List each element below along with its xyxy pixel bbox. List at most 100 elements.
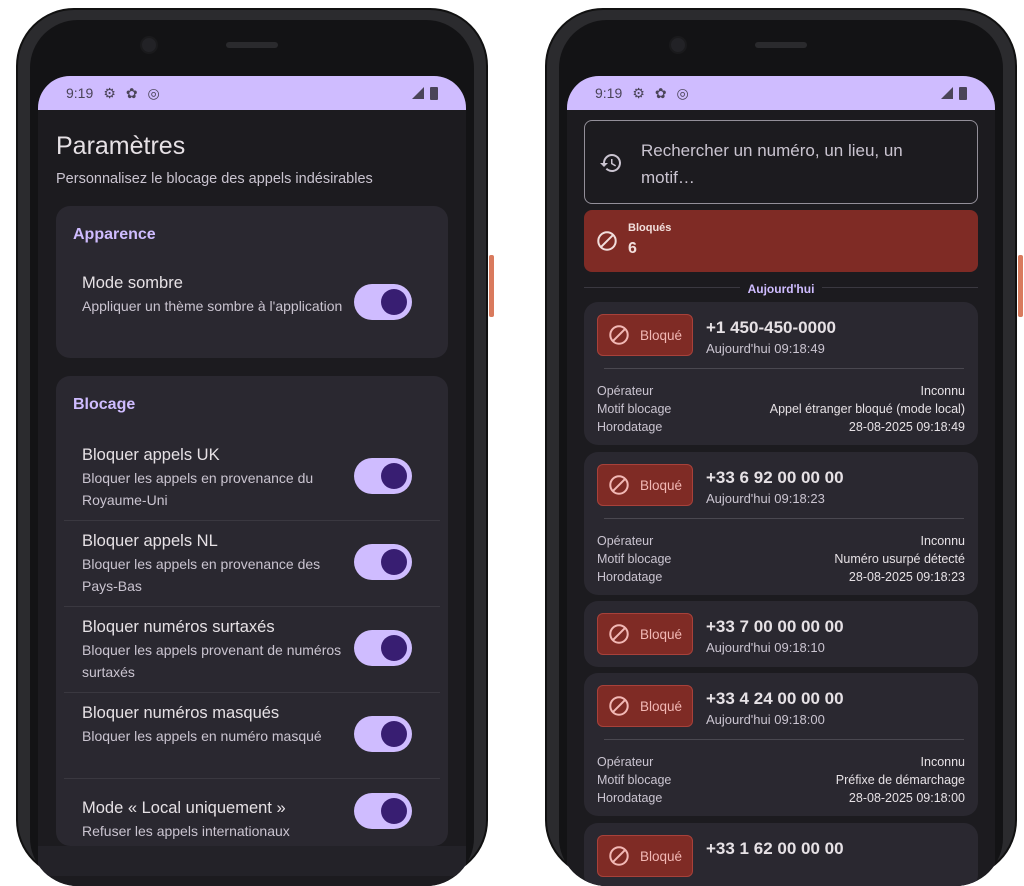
call-number: +33 7 00 00 00 00 bbox=[706, 617, 844, 636]
phone-frame: 9:19 ⚙ ✿ ◎ Paramètres Personnalisez le b… bbox=[30, 20, 474, 886]
vpn-icon: ◎ bbox=[147, 84, 160, 101]
call-separator bbox=[604, 368, 964, 369]
phone-frame: 9:19 ⚙ ✿ ◎ Rechercher un numéro, un lieu… bbox=[559, 20, 1003, 886]
settings-gear-icon: ⚙ bbox=[632, 84, 645, 101]
setting-description: Bloquer les appels provenant de numéros … bbox=[82, 642, 342, 680]
block-nl-toggle[interactable] bbox=[354, 544, 412, 580]
dark-mode-toggle[interactable] bbox=[354, 284, 412, 320]
detail-label: Horodatage bbox=[597, 570, 663, 584]
detail-label: Motif blocage bbox=[597, 552, 672, 566]
search-input[interactable]: Rechercher un numéro, un lieu, un motif… bbox=[584, 120, 978, 204]
settings-gear-icon: ⚙ bbox=[103, 84, 116, 101]
setting-description: Bloquer les appels en provenance du Roya… bbox=[82, 470, 314, 508]
detail-value: Inconnu bbox=[920, 534, 965, 548]
setting-description: Bloquer les appels en provenance des Pay… bbox=[82, 556, 321, 594]
call-time: Aujourd'hui 09:18:10 bbox=[706, 640, 825, 655]
battery-icon bbox=[959, 86, 967, 100]
call-time: Aujourd'hui 09:18:49 bbox=[706, 341, 825, 356]
setting-row-block-hidden[interactable]: Bloquer numéros masqués Bloquer les appe… bbox=[56, 704, 448, 752]
chip-label: Bloqué bbox=[640, 328, 683, 343]
call-details: Opérateur Inconnu Motif blocage Numéro usu… bbox=[597, 532, 965, 586]
call-number: +33 4 24 00 00 00 bbox=[706, 689, 844, 708]
blocked-summary-banner[interactable]: Bloqués 6 bbox=[584, 210, 978, 272]
status-time: 9:19 bbox=[66, 85, 94, 101]
setting-row-block-nl[interactable]: Bloquer appels NL Bloquer les appels en … bbox=[56, 532, 448, 597]
page-title: Paramètres bbox=[56, 132, 186, 160]
setting-description: Appliquer un thème sombre à l'applicatio… bbox=[82, 298, 343, 314]
setting-description: Bloquer les appels en numéro masqué bbox=[82, 728, 322, 744]
detail-label: Horodatage bbox=[597, 420, 663, 434]
setting-row-block-premium[interactable]: Bloquer numéros surtaxés Bloquer les app… bbox=[56, 618, 448, 683]
battery-icon bbox=[430, 86, 438, 100]
call-entry[interactable]: Bloqué +33 7 00 00 00 00 Aujourd'hui 09:… bbox=[584, 601, 978, 667]
row-divider bbox=[64, 778, 440, 779]
signal-icon bbox=[941, 87, 953, 99]
block-premium-toggle[interactable] bbox=[354, 630, 412, 666]
local-only-toggle[interactable] bbox=[354, 793, 412, 829]
call-number: +33 1 62 00 00 00 bbox=[706, 839, 844, 858]
signal-icon bbox=[412, 87, 424, 99]
section-card-appearance: Apparence Mode sombre Appliquer un thème… bbox=[56, 206, 448, 358]
detail-value: Inconnu bbox=[920, 384, 965, 398]
block-icon bbox=[609, 475, 629, 495]
block-icon bbox=[597, 231, 617, 251]
call-number: +33 6 92 00 00 00 bbox=[706, 468, 844, 487]
detail-value: Appel étranger bloqué (mode local) bbox=[769, 402, 965, 416]
blocked-chip: Bloqué bbox=[597, 835, 693, 877]
day-label-text: Aujourd'hui bbox=[739, 282, 823, 296]
chip-label: Bloqué bbox=[640, 627, 683, 642]
toggle-knob bbox=[381, 463, 407, 489]
page-subtitle: Personnalisez le blocage des appels indé… bbox=[56, 171, 373, 187]
call-entry[interactable]: Bloqué +33 1 62 00 00 00 bbox=[584, 823, 978, 886]
row-divider bbox=[64, 692, 440, 693]
block-icon bbox=[609, 624, 629, 644]
toggle-knob bbox=[381, 635, 407, 661]
detail-value: 28-08-2025 09:18:23 bbox=[848, 570, 965, 584]
row-divider bbox=[64, 520, 440, 521]
call-separator bbox=[604, 518, 964, 519]
settings-gear-icon-2: ✿ bbox=[654, 84, 667, 101]
blocked-chip: Bloqué bbox=[597, 314, 693, 356]
call-entry[interactable]: Bloqué +1 450-450-0000 Aujourd'hui 09:18… bbox=[584, 302, 978, 445]
detail-label: Motif blocage bbox=[597, 773, 672, 787]
power-button bbox=[489, 255, 494, 317]
call-details: Opérateur Inconnu Motif blocage Préfixe de… bbox=[597, 753, 965, 807]
call-entry[interactable]: Bloqué +33 4 24 00 00 00 Aujourd'hui 09:… bbox=[584, 673, 978, 816]
phone-call-log: 9:19 ⚙ ✿ ◎ Rechercher un numéro, un lieu… bbox=[545, 8, 1023, 886]
bottom-navigation bbox=[38, 846, 466, 876]
detail-value: 28-08-2025 09:18:49 bbox=[848, 420, 965, 434]
section-header: Blocage bbox=[73, 396, 136, 413]
section-header: Apparence bbox=[73, 226, 156, 243]
setting-row-block-uk[interactable]: Bloquer appels UK Bloquer les appels en … bbox=[56, 446, 448, 511]
blocked-chip: Bloqué bbox=[597, 464, 693, 506]
call-log-content: Rechercher un numéro, un lieu, un motif…… bbox=[567, 110, 995, 886]
block-hidden-toggle[interactable] bbox=[354, 716, 412, 752]
status-time: 9:19 bbox=[595, 85, 623, 101]
chip-label: Bloqué bbox=[640, 849, 683, 864]
blocked-chip: Bloqué bbox=[597, 685, 693, 727]
chip-label: Bloqué bbox=[640, 699, 683, 714]
power-button bbox=[1018, 255, 1023, 317]
call-number: +1 450-450-0000 bbox=[706, 318, 836, 337]
block-icon bbox=[609, 696, 629, 716]
detail-value: 28-08-2025 09:18:00 bbox=[848, 791, 965, 805]
settings-screen: 9:19 ⚙ ✿ ◎ Paramètres Personnalisez le b… bbox=[38, 76, 466, 886]
detail-value: Numéro usurpé détecté bbox=[834, 552, 965, 566]
detail-label: Opérateur bbox=[597, 534, 654, 548]
vpn-icon: ◎ bbox=[676, 84, 689, 101]
call-separator bbox=[604, 739, 964, 740]
setting-row-local-only[interactable]: Mode « Local uniquement » Refuser les ap… bbox=[56, 793, 448, 842]
call-log-screen: 9:19 ⚙ ✿ ◎ Rechercher un numéro, un lieu… bbox=[567, 76, 995, 886]
detail-label: Horodatage bbox=[597, 791, 663, 805]
front-camera bbox=[140, 36, 158, 54]
detail-label: Opérateur bbox=[597, 384, 654, 398]
day-label: Aujourd'hui bbox=[567, 280, 995, 298]
call-entry[interactable]: Bloqué +33 6 92 00 00 00 Aujourd'hui 09:… bbox=[584, 452, 978, 595]
blocked-count: 6 bbox=[628, 240, 637, 257]
block-uk-toggle[interactable] bbox=[354, 458, 412, 494]
detail-value: Préfixe de démarchage bbox=[835, 773, 965, 787]
setting-row-dark-mode[interactable]: Mode sombre Appliquer un thème sombre à … bbox=[56, 274, 448, 320]
section-card-blocking: Blocage Bloquer appels UK Bloquer les ap… bbox=[56, 376, 448, 846]
toggle-knob bbox=[381, 549, 407, 575]
call-details: Opérateur Inconnu Motif blocage Appel étra… bbox=[597, 382, 965, 436]
